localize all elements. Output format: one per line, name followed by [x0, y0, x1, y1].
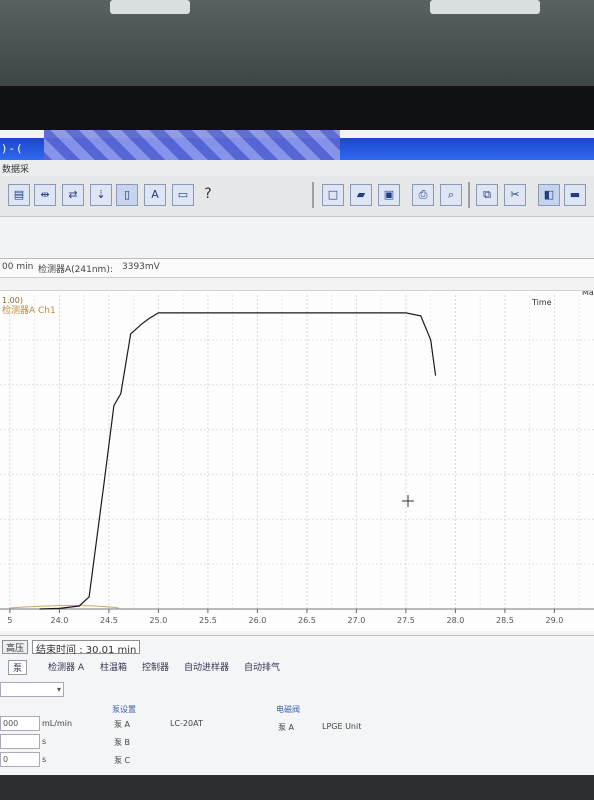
end-time-label: 结束时间 — [36, 645, 76, 656]
layout-single-icon[interactable]: ◧ — [538, 184, 560, 206]
x-tick-label: 26.0 — [248, 616, 266, 625]
ceiling-light — [430, 0, 540, 14]
valve-header: 电磁阀 — [276, 705, 300, 714]
cut-icon[interactable]: ✂ — [504, 184, 526, 206]
application-screen: ) - ( 数据采 ▤ ⇹ ⇄ ⇣ ▯ A ▭ ? □ ▰ ▣ ⎙ ⌕ ⧉ ✂ … — [0, 130, 594, 775]
x-tick-label: 24.5 — [100, 616, 118, 625]
ceiling-background — [0, 0, 594, 88]
desk-surface — [0, 775, 594, 800]
method-icon[interactable]: ▯ — [116, 184, 138, 206]
pump-a-label: 泵 A — [114, 720, 131, 729]
chromatogram-chart[interactable]: 5 24.0 24.5 25.0 25.5 26.0 26.5 27.0 27.5 28.0 28.… — [0, 288, 594, 631]
mode-select[interactable]: ▾ — [0, 682, 64, 697]
menu-item-data[interactable]: 数据采 — [2, 162, 29, 175]
tab-pump[interactable]: 泵 — [8, 660, 28, 675]
status-time: 00 min — [2, 262, 34, 272]
flow-unit: mL/min — [42, 719, 73, 728]
toolbar-separator — [468, 182, 470, 208]
x-tick-label: 29.0 — [545, 616, 563, 625]
status-detector: 检测器A(241nm): — [38, 265, 113, 275]
top-right-label: Ma — [582, 291, 594, 297]
window-title: ) - ( — [2, 142, 22, 155]
save-icon[interactable]: ▣ — [378, 184, 400, 206]
view-icon[interactable]: ▤ — [8, 184, 30, 206]
x-tick-label: 26.5 — [298, 616, 316, 625]
tab-column-oven[interactable]: 柱温箱 — [100, 660, 127, 673]
transfer-icon[interactable]: ⇄ — [62, 184, 84, 206]
ceiling-light — [110, 0, 190, 14]
report-icon[interactable]: A — [144, 184, 166, 206]
tab-detector-a[interactable]: 检测器 A — [48, 660, 84, 673]
x-tick-label: 27.5 — [397, 616, 415, 625]
tab-controller[interactable]: 控制器 — [142, 660, 169, 673]
x-tick-label: 24.0 — [50, 616, 68, 625]
valve-a-unit: LPGE Unit — [322, 722, 362, 731]
new-file-icon[interactable]: □ — [322, 184, 344, 206]
toolbar-separator — [312, 182, 314, 208]
toolbar: ▤ ⇹ ⇄ ⇣ ▯ A ▭ ? □ ▰ ▣ ⎙ ⌕ ⧉ ✂ ◧ ▬ — [0, 176, 594, 217]
print-preview-icon[interactable]: ⌕ — [440, 184, 462, 206]
x-tick-label: 5 — [7, 616, 12, 625]
unit-s-1: s — [42, 737, 47, 746]
param-input-c[interactable]: 0 — [0, 752, 40, 767]
pump-settings-header: 泵设置 — [112, 705, 136, 714]
x-tick-label: 28.0 — [446, 616, 464, 625]
x-tick-label: 25.5 — [199, 616, 217, 625]
detector-status-line: 00 min 检测器A(241nm): 3393mV — [0, 258, 594, 278]
pump-c-label: 泵 C — [114, 756, 131, 765]
end-time-display: 结束时间 : 30.01 min — [32, 640, 141, 656]
layout-split-icon[interactable]: ▬ — [564, 184, 586, 206]
x-tick-label: 28.5 — [496, 616, 514, 625]
unit-s-2: s — [42, 755, 47, 764]
download-icon[interactable]: ⇣ — [90, 184, 112, 206]
bottom-panel: 高压 结束时间 : 30.01 min 泵 检测器 A 柱温箱 控制器 自动进样… — [0, 635, 594, 775]
tab-autosampler[interactable]: 自动进样器 — [184, 660, 229, 673]
chromatogram-panel[interactable]: 5 24.0 24.5 25.0 25.5 26.0 26.5 27.0 27.5 28.0 28.… — [0, 288, 594, 631]
flow-input[interactable]: 000 — [0, 716, 40, 731]
x-tick-label: 27.0 — [347, 616, 365, 625]
legend-series-name: 检测器A Ch1 — [2, 304, 56, 316]
param-input-b[interactable] — [0, 734, 40, 749]
arrows-icon[interactable]: ⇹ — [34, 184, 56, 206]
keyboard-icon[interactable]: ▭ — [172, 184, 194, 206]
valve-a-label: 泵 A — [278, 723, 295, 732]
time-axis-label: Time — [531, 298, 552, 307]
high-pressure-button[interactable]: 高压 — [2, 640, 29, 654]
pump-b-label: 泵 B — [114, 738, 131, 747]
pump-a-model: LC-20AT — [170, 719, 203, 728]
end-time-value: : 30.01 min — [79, 645, 137, 656]
copy-icon[interactable]: ⧉ — [476, 184, 498, 206]
chart-range-label: 1.00) — [2, 296, 23, 305]
print-icon[interactable]: ⎙ — [412, 184, 434, 206]
x-tick-label: 25.0 — [149, 616, 167, 625]
menu-bar: 数据采 — [0, 160, 594, 176]
open-folder-icon[interactable]: ▰ — [350, 184, 372, 206]
status-value: 3393mV — [122, 262, 160, 272]
chevron-down-icon: ▾ — [56, 685, 61, 694]
help-icon[interactable]: ? — [198, 184, 218, 204]
tab-auto-degas[interactable]: 自动排气 — [244, 660, 280, 673]
